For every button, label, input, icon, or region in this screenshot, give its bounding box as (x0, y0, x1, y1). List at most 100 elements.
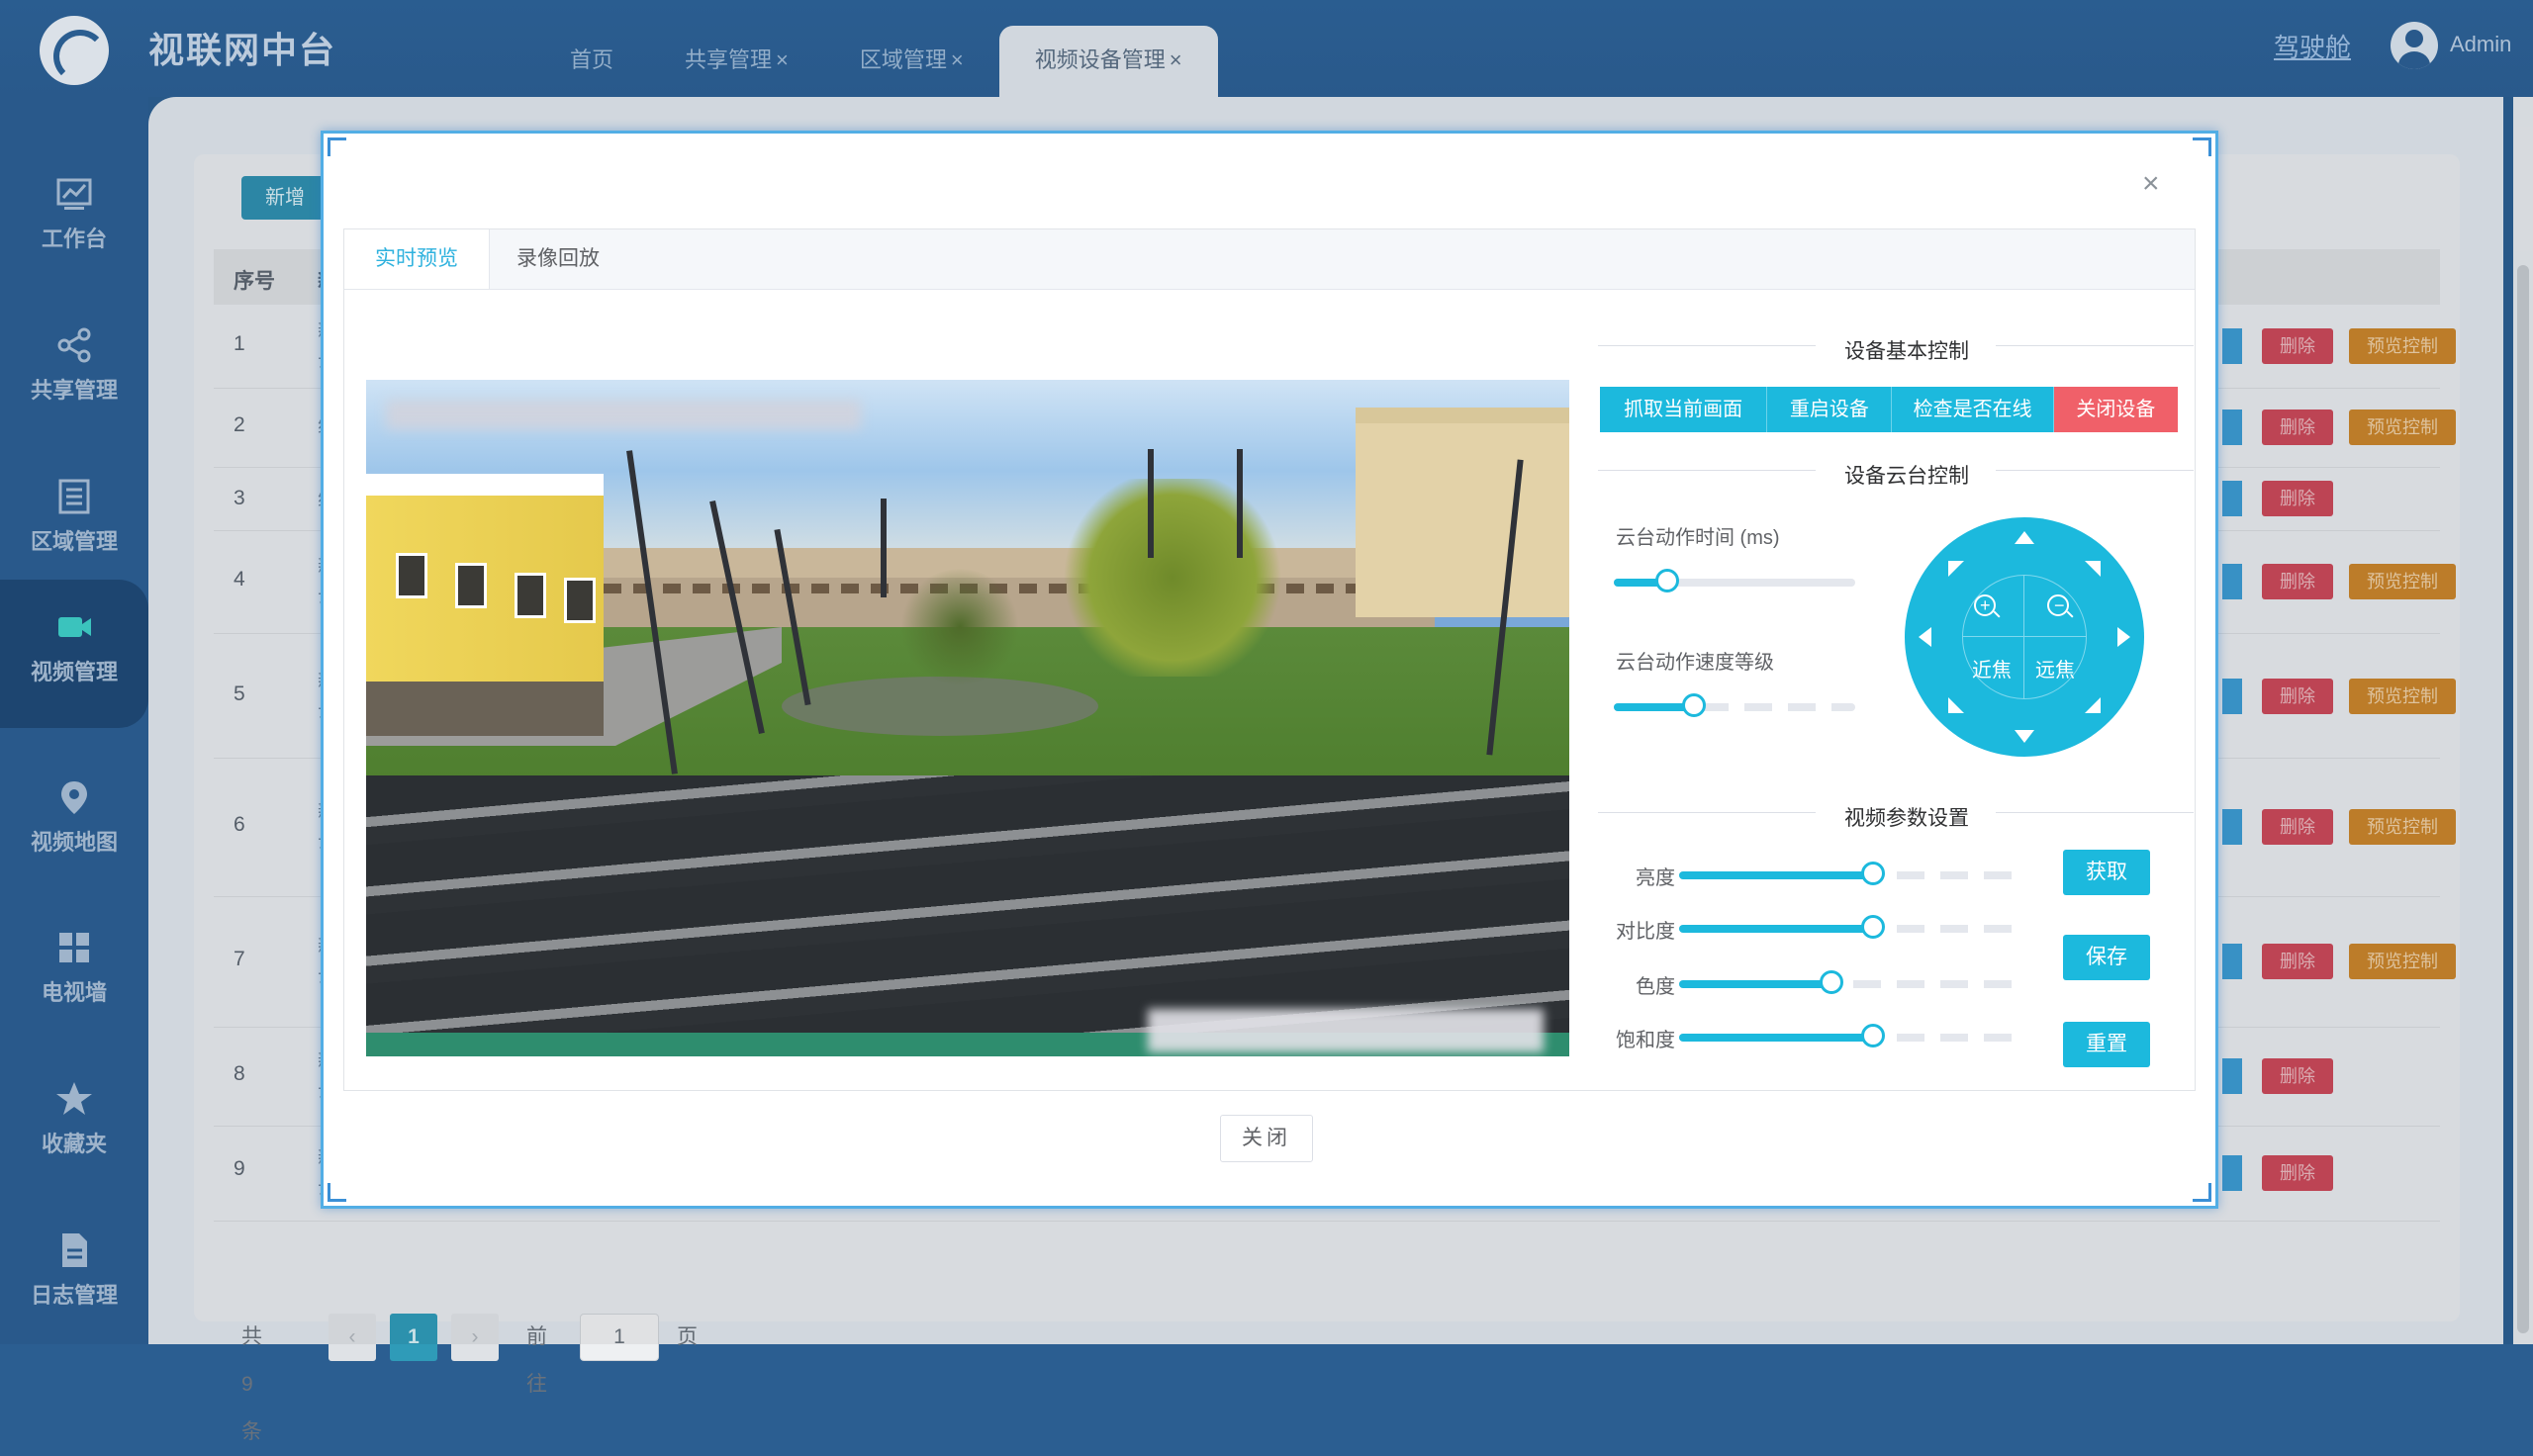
edit-button[interactable] (2222, 944, 2242, 979)
page-unit-label: 页 (677, 1325, 698, 1348)
sidebar-item-video[interactable]: 视频管理 (0, 580, 148, 728)
brightness-slider[interactable] (1679, 862, 2025, 885)
ptz-down-left-icon[interactable] (1948, 697, 1964, 713)
ptz-time-label: 云台动作时间 (ms) (1616, 527, 1780, 549)
user-name[interactable]: Admin (2450, 32, 2511, 57)
saturation-slider[interactable] (1679, 1024, 2025, 1047)
slider-handle[interactable] (1654, 569, 1679, 592)
dialog-close-icon[interactable]: × (2142, 167, 2160, 201)
near-focus-button[interactable]: 近焦 (1972, 654, 2012, 682)
row-index: 8 (234, 1062, 245, 1085)
sidebar-item-workbench[interactable]: 工作台 (0, 146, 148, 295)
row-index: 6 (234, 813, 245, 836)
tab-share[interactable]: 共享管理 × (649, 26, 824, 97)
capture-frame-button[interactable]: 抓取当前画面 (1600, 387, 1768, 432)
top-bar: 视联网中台 首页 共享管理 × 区域管理 × 视频设备管理 × 驾驶舱 Admin (0, 0, 2533, 97)
delete-button[interactable]: 删除 (2262, 481, 2333, 516)
close-icon[interactable]: × (951, 47, 964, 72)
delete-button[interactable]: 删除 (2262, 564, 2333, 599)
sidebar-item-label: 工作台 (41, 227, 107, 251)
edit-button[interactable] (2222, 1058, 2242, 1094)
delete-button[interactable]: 删除 (2262, 679, 2333, 714)
restart-device-button[interactable]: 重启设备 (1767, 387, 1893, 432)
delete-button[interactable]: 删除 (2262, 809, 2333, 845)
sidebar-item-map[interactable]: 视频地图 (0, 750, 148, 898)
slider-handle[interactable] (1681, 693, 1706, 717)
hue-slider[interactable] (1679, 970, 2025, 994)
ptz-down-icon[interactable] (2015, 730, 2034, 743)
get-params-button[interactable]: 获取 (2063, 850, 2150, 895)
slider-handle[interactable] (1861, 1024, 1885, 1047)
minus-sign: − (2054, 595, 2065, 615)
ptz-up-icon[interactable] (2015, 531, 2034, 544)
edit-button[interactable] (2222, 328, 2242, 364)
tab-video-device[interactable]: 视频设备管理 × (998, 26, 1218, 97)
sidebar-item-region[interactable]: 区域管理 (0, 449, 148, 597)
tab-region[interactable]: 区域管理 × (824, 26, 999, 97)
shutdown-device-button[interactable]: 关闭设备 (2053, 387, 2178, 432)
check-online-button[interactable]: 检查是否在线 (1892, 387, 2054, 432)
row-index: 3 (234, 487, 245, 509)
page-number-current[interactable]: 1 (390, 1314, 437, 1361)
next-page-button[interactable]: › (451, 1314, 499, 1361)
frame-corner (2193, 1183, 2211, 1202)
slider-handle[interactable] (1861, 915, 1885, 939)
scrollbar-thumb[interactable] (2517, 265, 2529, 1333)
delete-button[interactable]: 删除 (2262, 1058, 2333, 1094)
hue-label: 色度 (1636, 976, 1675, 998)
edit-button[interactable] (2222, 679, 2242, 714)
goto-page-input[interactable]: 1 (580, 1314, 659, 1361)
avatar-icon[interactable] (2391, 22, 2438, 69)
zoom-out-icon[interactable]: − (2047, 594, 2069, 616)
tab-playback[interactable]: 录像回放 (516, 229, 600, 289)
edit-button[interactable] (2222, 481, 2242, 516)
preview-control-button[interactable]: 预览控制 (2349, 809, 2456, 845)
device-preview-dialog: × 实时预览 录像回放 设备基本控制 抓取当前画面 重启设备 检查是否在线 关闭… (321, 131, 2218, 1209)
slider-handle[interactable] (1861, 862, 1885, 885)
ptz-right-icon[interactable] (2117, 627, 2130, 647)
preview-control-button[interactable]: 预览控制 (2349, 328, 2456, 364)
tab-live-preview[interactable]: 实时预览 (344, 229, 490, 289)
delete-button[interactable]: 删除 (2262, 944, 2333, 979)
ptz-up-right-icon[interactable] (2085, 561, 2101, 577)
edit-button[interactable] (2222, 1155, 2242, 1191)
delete-button[interactable]: 删除 (2262, 1155, 2333, 1191)
sidebar-item-label: 区域管理 (30, 529, 118, 554)
dialog-close-button[interactable]: 关闭 (1220, 1115, 1313, 1162)
ptz-speed-slider[interactable] (1614, 693, 1855, 717)
prev-page-button[interactable]: ‹ (328, 1314, 376, 1361)
close-icon[interactable]: × (1170, 47, 1182, 72)
sidebar-item-share[interactable]: 共享管理 (0, 298, 148, 446)
reset-params-button[interactable]: 重置 (2063, 1022, 2150, 1067)
contrast-slider[interactable] (1679, 915, 2025, 939)
ptz-up-left-icon[interactable] (1948, 561, 1964, 577)
edit-button[interactable] (2222, 809, 2242, 845)
basic-control-buttons: 抓取当前画面 重启设备 检查是否在线 关闭设备 (1600, 387, 2178, 432)
sidebar-item-label: 视频地图 (30, 830, 118, 855)
sidebar-item-logs[interactable]: 日志管理 (0, 1203, 148, 1351)
page-scrollbar[interactable] (2513, 97, 2533, 1344)
add-button[interactable]: 新增 (241, 176, 328, 220)
sidebar-item-tv-wall[interactable]: 电视墙 (0, 900, 148, 1048)
delete-button[interactable]: 删除 (2262, 410, 2333, 445)
preview-control-button[interactable]: 预览控制 (2349, 944, 2456, 979)
far-focus-button[interactable]: 远焦 (2035, 654, 2075, 682)
video-building-right (1356, 408, 1569, 617)
ptz-left-icon[interactable] (1919, 627, 1931, 647)
preview-control-button[interactable]: 预览控制 (2349, 564, 2456, 599)
delete-button[interactable]: 删除 (2262, 328, 2333, 364)
close-icon[interactable]: × (776, 47, 789, 72)
preview-control-button[interactable]: 预览控制 (2349, 410, 2456, 445)
tab-home[interactable]: 首页 (534, 26, 649, 97)
ptz-down-right-icon[interactable] (2085, 697, 2101, 713)
edit-button[interactable] (2222, 410, 2242, 445)
edit-button[interactable] (2222, 564, 2242, 599)
cockpit-link[interactable]: 驾驶舱 (2274, 28, 2351, 64)
live-video-player[interactable] (366, 380, 1569, 1056)
zoom-in-icon[interactable]: + (1974, 594, 1996, 616)
save-params-button[interactable]: 保存 (2063, 935, 2150, 980)
sidebar-item-favorites[interactable]: 收藏夹 (0, 1051, 148, 1200)
preview-control-button[interactable]: 预览控制 (2349, 679, 2456, 714)
slider-handle[interactable] (1820, 970, 1843, 994)
ptz-time-slider[interactable] (1614, 569, 1855, 592)
